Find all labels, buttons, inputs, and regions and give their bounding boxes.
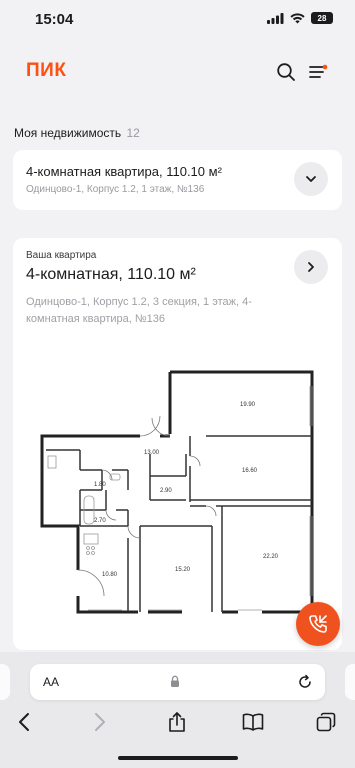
forward-button[interactable]	[88, 710, 112, 734]
menu-icon	[309, 64, 328, 78]
your-flat-label: Ваша квартира	[26, 250, 97, 261]
chevron-right-icon	[308, 262, 314, 272]
menu-button[interactable]	[306, 60, 330, 84]
section-title: Моя недвижимость 12	[14, 126, 140, 140]
tabs-icon	[316, 712, 336, 732]
browser-toolbar	[0, 706, 355, 736]
room-area-6: 2.70	[94, 518, 106, 524]
callback-button[interactable]	[296, 602, 340, 646]
share-button[interactable]	[165, 710, 189, 734]
status-time: 15:04	[35, 11, 74, 28]
signal-icon	[267, 12, 284, 24]
room-area-7: 10.80	[102, 572, 118, 578]
previous-tab-peek[interactable]	[0, 664, 10, 700]
bookmarks-button[interactable]	[241, 710, 265, 734]
status-bar: 15:04 28	[0, 0, 355, 40]
room-area-3: 16.60	[242, 468, 258, 474]
reader-settings-button[interactable]: AA	[43, 675, 59, 689]
room-area-8: 15.20	[175, 567, 191, 573]
chevron-left-icon	[19, 713, 29, 731]
book-icon	[242, 713, 264, 731]
collapsed-card-subtitle: Одинцово-1, Корпус 1.2, 1 этаж, №136	[26, 184, 205, 195]
address-bar[interactable]: AA	[30, 664, 325, 700]
room-area-9: 22.20	[263, 554, 279, 560]
battery-indicator: 28	[311, 12, 333, 24]
status-icons: 28	[267, 12, 333, 24]
app-header: ПИК	[0, 40, 355, 104]
back-button[interactable]	[12, 710, 36, 734]
logo[interactable]: ПИК	[26, 60, 66, 82]
room-area-5: 2.90	[160, 488, 172, 494]
wifi-icon	[290, 12, 305, 23]
reload-icon[interactable]	[297, 674, 313, 690]
search-icon	[277, 63, 295, 81]
share-icon	[169, 712, 185, 732]
section-count: 12	[126, 126, 140, 140]
room-area-4: 1.80	[94, 482, 106, 488]
expand-button[interactable]	[294, 162, 328, 196]
phone-icon	[309, 615, 327, 633]
flat-title: 4-комнатная, 110.10 м²	[26, 266, 196, 283]
flat-description: Одинцово-1, Корпус 1.2, 3 секция, 1 этаж…	[26, 296, 252, 325]
next-tab-peek[interactable]	[345, 664, 355, 700]
lock-icon	[171, 675, 179, 687]
section-title-text: Моя недвижимость	[14, 126, 122, 140]
floor-plan: 19.90 13.00 16.60 1.80 2.90 2.70 10.80 1…	[40, 370, 314, 614]
property-card-collapsed[interactable]	[13, 150, 342, 210]
open-flat-button[interactable]	[294, 250, 328, 284]
chevron-down-icon	[306, 176, 316, 182]
search-button[interactable]	[274, 60, 298, 84]
home-indicator	[118, 756, 238, 760]
tabs-button[interactable]	[314, 710, 338, 734]
room-area-1: 19.90	[240, 402, 256, 408]
chevron-right-icon	[95, 713, 105, 731]
room-area-2: 13.00	[144, 450, 160, 456]
collapsed-card-title: 4-комнатная квартира, 110.10 м²	[26, 164, 222, 179]
